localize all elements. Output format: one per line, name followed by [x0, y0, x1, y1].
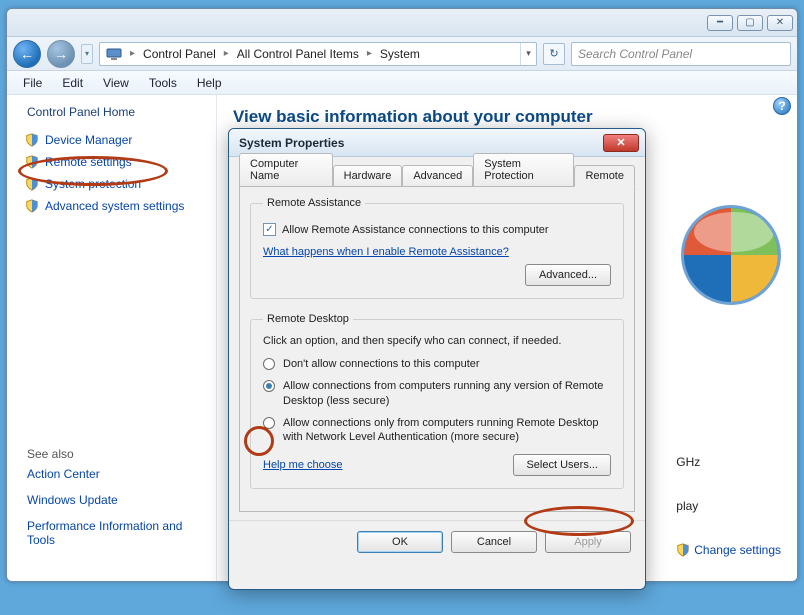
system-properties-dialog: System Properties ✕ Computer Name Hardwa…	[228, 128, 646, 590]
tab-computer-name[interactable]: Computer Name	[239, 153, 333, 186]
radio-allow-nla[interactable]	[263, 417, 275, 429]
tab-panel-remote: Remote Assistance ✓ Allow Remote Assista…	[239, 187, 635, 512]
sidebar-link-remote-settings[interactable]: Remote settings	[17, 151, 206, 173]
sidebar-item-label: System protection	[45, 177, 141, 191]
nav-history-dropdown[interactable]: ▾	[81, 44, 93, 64]
nav-toolbar: ← → ▾ ▸ Control Panel ▸ All Control Pane…	[7, 37, 797, 71]
shield-icon	[25, 177, 39, 191]
tab-hardware[interactable]: Hardware	[333, 165, 403, 186]
search-placeholder: Search Control Panel	[578, 47, 692, 61]
sidebar-link-advanced-system-settings[interactable]: Advanced system settings	[17, 195, 206, 217]
radio-dont-allow[interactable]	[263, 358, 275, 370]
breadcrumb-segment[interactable]: All Control Panel Items	[231, 43, 365, 65]
group-remote-desktop: Remote Desktop Click an option, and then…	[250, 313, 624, 489]
sidebar: Control Panel Home Device Manager Remote…	[7, 95, 217, 581]
radio-allow-any[interactable]	[263, 380, 275, 392]
ok-button[interactable]: OK	[357, 531, 443, 553]
legend-remote-assistance: Remote Assistance	[263, 197, 365, 209]
page-title: View basic information about your comput…	[233, 107, 781, 127]
tab-remote[interactable]: Remote	[574, 165, 635, 187]
info-play: play	[676, 499, 781, 513]
see-also-header: See also	[17, 447, 206, 461]
menu-file[interactable]: File	[15, 74, 50, 92]
menu-view[interactable]: View	[95, 74, 137, 92]
link-what-happens-remote-assistance[interactable]: What happens when I enable Remote Assist…	[263, 246, 509, 258]
menu-edit[interactable]: Edit	[54, 74, 91, 92]
dialog-button-row: OK Cancel Apply	[229, 520, 645, 563]
shield-icon	[25, 133, 39, 147]
computer-icon	[104, 44, 124, 64]
refresh-button[interactable]: ↻	[543, 43, 565, 65]
close-button[interactable]: ✕	[767, 15, 793, 31]
shield-icon	[25, 155, 39, 169]
windows-logo-icon	[681, 205, 781, 305]
menu-tools[interactable]: Tools	[141, 74, 185, 92]
sidebar-item-label: Remote settings	[45, 155, 132, 169]
menu-help[interactable]: Help	[189, 74, 230, 92]
change-settings-label: Change settings	[694, 543, 781, 557]
change-settings-link[interactable]: Change settings	[676, 543, 781, 557]
see-also-windows-update[interactable]: Windows Update	[17, 487, 206, 513]
checkbox-allow-remote-assistance-label: Allow Remote Assistance connections to t…	[282, 224, 549, 236]
menu-bar: File Edit View Tools Help	[7, 71, 797, 95]
remote-desktop-description: Click an option, and then specify who ca…	[263, 335, 611, 347]
dialog-close-button[interactable]: ✕	[603, 134, 639, 152]
forward-button[interactable]: →	[47, 40, 75, 68]
radio-allow-any-label: Allow connections from computers running…	[283, 379, 611, 408]
info-ghz: GHz	[676, 455, 781, 469]
back-button[interactable]: ←	[13, 40, 41, 68]
system-info-fragment: GHz play Change settings	[676, 425, 781, 582]
help-icon[interactable]: ?	[773, 97, 791, 115]
checkbox-allow-remote-assistance[interactable]: ✓	[263, 223, 276, 236]
address-bar[interactable]: ▸ Control Panel ▸ All Control Panel Item…	[99, 42, 537, 66]
window-titlebar: ━ ▢ ✕	[7, 9, 797, 37]
address-dropdown[interactable]: ▾	[520, 43, 536, 65]
sidebar-link-system-protection[interactable]: System protection	[17, 173, 206, 195]
see-also-action-center[interactable]: Action Center	[17, 461, 206, 487]
tab-system-protection[interactable]: System Protection	[473, 153, 574, 186]
sidebar-link-device-manager[interactable]: Device Manager	[17, 129, 206, 151]
breadcrumb-sep: ▸	[128, 48, 137, 59]
breadcrumb-segment[interactable]: System	[374, 43, 426, 65]
minimize-button[interactable]: ━	[707, 15, 733, 31]
group-remote-assistance: Remote Assistance ✓ Allow Remote Assista…	[250, 197, 624, 299]
radio-allow-nla-label: Allow connections only from computers ru…	[283, 416, 611, 445]
breadcrumb-segment[interactable]: Control Panel	[137, 43, 222, 65]
sidebar-item-label: Advanced system settings	[45, 199, 184, 213]
shield-icon	[676, 543, 690, 557]
see-also-perf-info-tools[interactable]: Performance Information and Tools	[17, 513, 206, 553]
legend-remote-desktop: Remote Desktop	[263, 313, 353, 325]
link-help-me-choose[interactable]: Help me choose	[263, 459, 343, 471]
tab-advanced[interactable]: Advanced	[402, 165, 473, 186]
sidebar-item-label: Device Manager	[45, 133, 132, 147]
breadcrumb-sep: ▸	[222, 48, 231, 59]
apply-button[interactable]: Apply	[545, 531, 631, 553]
radio-dont-allow-label: Don't allow connections to this computer	[283, 357, 480, 371]
breadcrumb-sep: ▸	[365, 48, 374, 59]
shield-icon	[25, 199, 39, 213]
maximize-button[interactable]: ▢	[737, 15, 763, 31]
select-users-button[interactable]: Select Users...	[513, 454, 611, 476]
dialog-title-text: System Properties	[239, 136, 344, 150]
advanced-button[interactable]: Advanced...	[525, 264, 611, 286]
sidebar-title[interactable]: Control Panel Home	[17, 105, 206, 119]
dialog-tabs: Computer Name Hardware Advanced System P…	[239, 163, 635, 187]
search-input[interactable]: Search Control Panel	[571, 42, 791, 66]
cancel-button[interactable]: Cancel	[451, 531, 537, 553]
